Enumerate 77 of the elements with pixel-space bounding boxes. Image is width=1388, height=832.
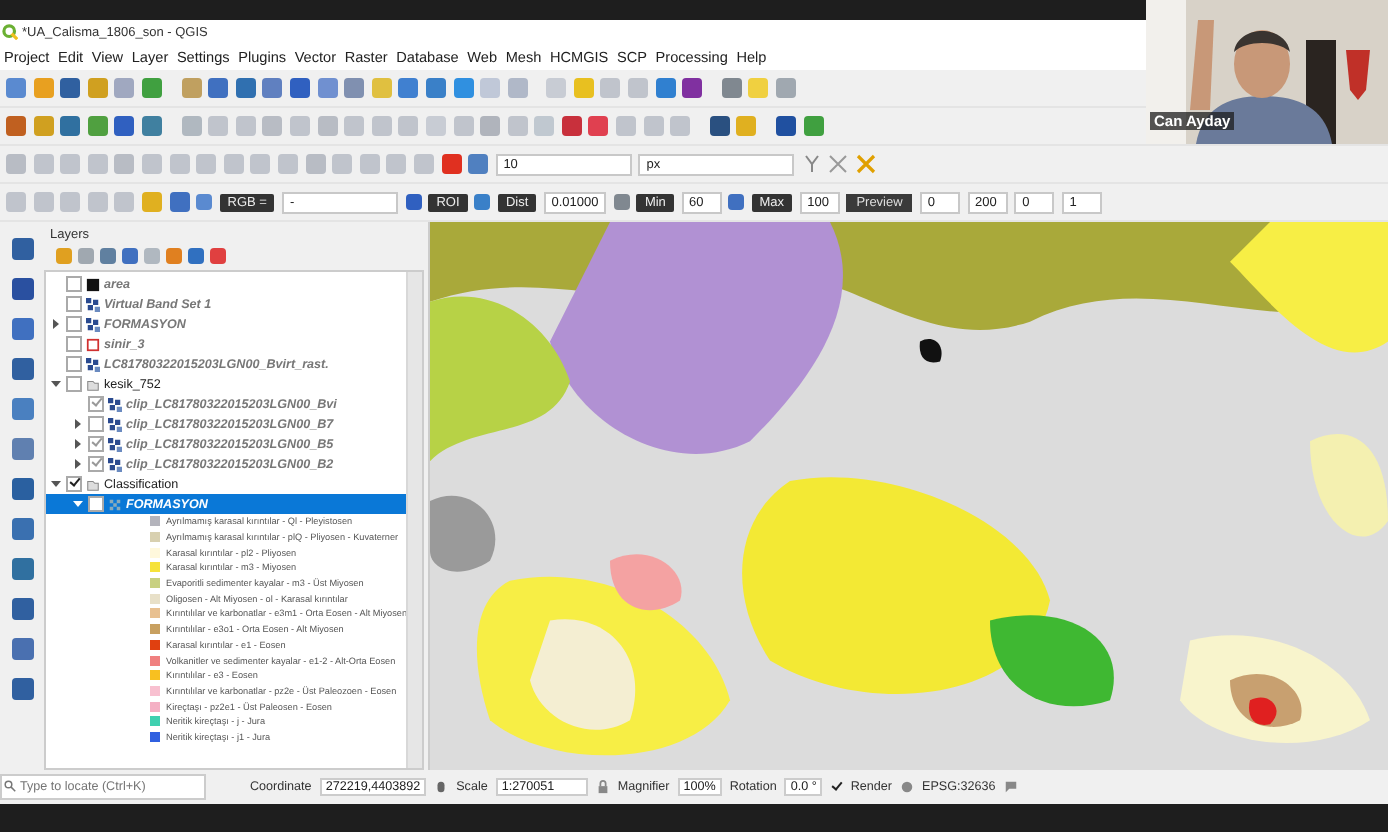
checkbox[interactable] xyxy=(88,436,104,452)
tool-icon[interactable] xyxy=(613,194,630,210)
tool-icon[interactable] xyxy=(721,78,742,98)
render-checkbox[interactable] xyxy=(830,781,843,793)
tool-icon[interactable] xyxy=(561,116,582,136)
tool-icon[interactable] xyxy=(11,678,33,700)
search-icon xyxy=(4,780,16,792)
folder-icon xyxy=(86,377,100,391)
checkbox[interactable] xyxy=(66,276,82,292)
tool-icon[interactable] xyxy=(114,116,135,136)
checkbox[interactable] xyxy=(88,416,104,432)
scrollbar[interactable] xyxy=(406,272,422,768)
tool-icon[interactable] xyxy=(11,598,33,620)
mouse-icon[interactable] xyxy=(434,780,449,794)
tool-icon[interactable] xyxy=(11,318,33,340)
app-logo-icon xyxy=(2,24,18,40)
tool-icon[interactable] xyxy=(289,78,310,98)
tool-icon[interactable] xyxy=(682,78,703,98)
tool-icon[interactable] xyxy=(776,116,797,136)
tool-icon[interactable] xyxy=(11,358,33,380)
layer-icon xyxy=(86,337,100,351)
tool-icon[interactable] xyxy=(141,116,162,136)
checkbox[interactable] xyxy=(88,396,104,412)
lock-icon[interactable] xyxy=(595,780,610,794)
snap-icon[interactable] xyxy=(801,154,822,174)
layer-icon xyxy=(108,437,122,451)
tool-icon[interactable] xyxy=(60,116,81,136)
tool-icon[interactable] xyxy=(11,398,33,420)
close-icon[interactable] xyxy=(828,154,849,174)
expand-arrow-icon[interactable] xyxy=(50,478,62,490)
tool-icon[interactable] xyxy=(262,78,283,98)
checkbox[interactable] xyxy=(88,496,104,512)
layer-icon xyxy=(108,457,122,471)
checkbox[interactable] xyxy=(66,476,82,492)
checkbox[interactable] xyxy=(66,296,82,312)
tool-icon[interactable] xyxy=(11,518,33,540)
layer-icon xyxy=(108,417,122,431)
checkbox[interactable] xyxy=(88,456,104,472)
checkbox[interactable] xyxy=(66,376,82,392)
layer-icon xyxy=(86,357,100,371)
tool-icon[interactable] xyxy=(235,78,256,98)
tool-icon[interactable] xyxy=(208,78,229,98)
message-icon[interactable] xyxy=(1003,780,1018,794)
tool-icon[interactable] xyxy=(11,438,33,460)
checkbox[interactable] xyxy=(66,336,82,352)
layer-icon xyxy=(86,317,100,331)
tool-icon[interactable] xyxy=(655,78,676,98)
tool-icon[interactable] xyxy=(468,154,489,174)
expand-arrow-icon[interactable] xyxy=(72,438,84,450)
tool-icon[interactable] xyxy=(588,116,609,136)
layer-icon xyxy=(86,297,100,311)
tool-icon[interactable] xyxy=(11,558,33,580)
expand-arrow-icon[interactable] xyxy=(72,458,84,470)
tool-icon[interactable] xyxy=(405,194,422,210)
tool-icon[interactable] xyxy=(60,78,81,98)
checkbox[interactable] xyxy=(66,316,82,332)
tool-icon[interactable] xyxy=(11,478,33,500)
tool-icon[interactable] xyxy=(398,78,419,98)
expand-arrow-icon[interactable] xyxy=(50,318,62,330)
tool-icon[interactable] xyxy=(425,78,446,98)
layer-icon xyxy=(86,277,100,291)
expand-arrow-icon[interactable] xyxy=(72,418,84,430)
layer-icon xyxy=(108,497,122,511)
tool-icon[interactable] xyxy=(11,238,33,260)
tool-icon[interactable] xyxy=(709,116,730,136)
checkbox[interactable] xyxy=(66,356,82,372)
tool-icon[interactable] xyxy=(474,194,491,210)
layer-icon xyxy=(108,397,122,411)
tool-icon[interactable] xyxy=(728,194,745,210)
tool-icon[interactable] xyxy=(11,638,33,660)
globe-icon[interactable] xyxy=(900,780,915,794)
split-icon[interactable] xyxy=(856,154,877,174)
tool-icon[interactable] xyxy=(11,278,33,300)
expand-arrow-icon[interactable] xyxy=(50,378,62,390)
expand-arrow-icon[interactable] xyxy=(72,498,84,510)
tool-icon[interactable] xyxy=(196,194,213,210)
tool-icon[interactable] xyxy=(169,192,190,212)
